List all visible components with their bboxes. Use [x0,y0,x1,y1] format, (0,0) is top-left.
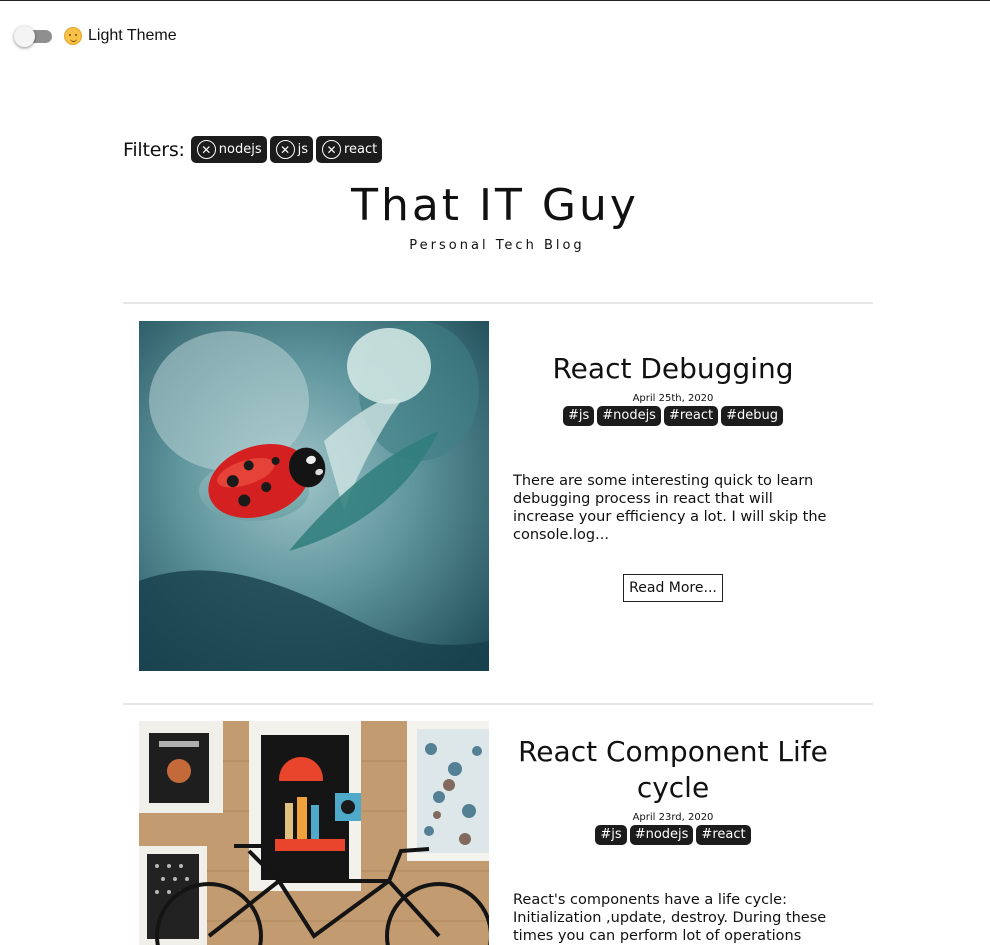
read-more-button[interactable]: Read More... [623,574,723,602]
filter-chip-react[interactable]: ✕ react [315,136,383,163]
tag-nodejs[interactable]: #nodejs [629,825,694,845]
filter-chip-label: js [297,142,308,157]
post-divider [123,703,873,705]
remove-filter-icon[interactable]: ✕ [321,140,341,159]
filters-label: Filters: [123,138,185,161]
post-tags: #js #nodejs #react #debug [513,406,833,426]
tag-js[interactable]: #js [595,825,627,845]
tag-js[interactable]: #js [562,406,595,426]
post-tags: #js #nodejs #react [513,825,833,845]
switch-knob [14,26,35,47]
post-excerpt: React's components have a life cycle: In… [513,892,827,944]
tag-react[interactable]: #react [663,406,719,426]
theme-switch[interactable] [14,24,52,48]
post-title[interactable]: React Debugging [513,351,833,387]
remove-filter-icon[interactable]: ✕ [275,140,295,159]
post-content: React Component Life cycle April 23rd, 2… [513,734,833,945]
bicycle-photo [139,721,489,945]
post-divider [123,302,873,304]
remove-filter-icon[interactable]: ✕ [196,140,216,159]
post-image-bicycle[interactable] [139,721,489,945]
smiley-emoji-icon [64,27,82,45]
post-date: April 25th, 2020 [632,393,714,404]
filter-chip-nodejs[interactable]: ✕ nodejs [190,136,267,163]
ladybug-photo [139,321,489,671]
post-title[interactable]: React Component Life cycle [513,734,833,806]
tag-nodejs[interactable]: #nodejs [597,406,661,426]
post-image-ladybug[interactable] [139,321,489,671]
tag-debug[interactable]: #debug [721,406,784,426]
post-content: React Debugging April 25th, 2020 #js #no… [513,351,833,602]
post-date: April 23rd, 2020 [632,812,714,823]
filters-bar: Filters: ✕ nodejs ✕ js ✕ react [123,136,385,163]
theme-label: Light Theme [88,27,177,44]
site-title[interactable]: That IT Guy [0,180,990,231]
filter-chip-label: react [343,142,378,157]
site-subtitle: Personal Tech Blog [409,238,585,253]
theme-toggle: Light Theme [14,24,177,48]
tag-react[interactable]: #react [696,825,751,845]
top-border [0,0,990,1]
filter-chip-label: nodejs [218,142,262,157]
filter-chip-js[interactable]: ✕ js [269,136,313,163]
post-excerpt: There are some interesting quick to lear… [513,473,827,543]
